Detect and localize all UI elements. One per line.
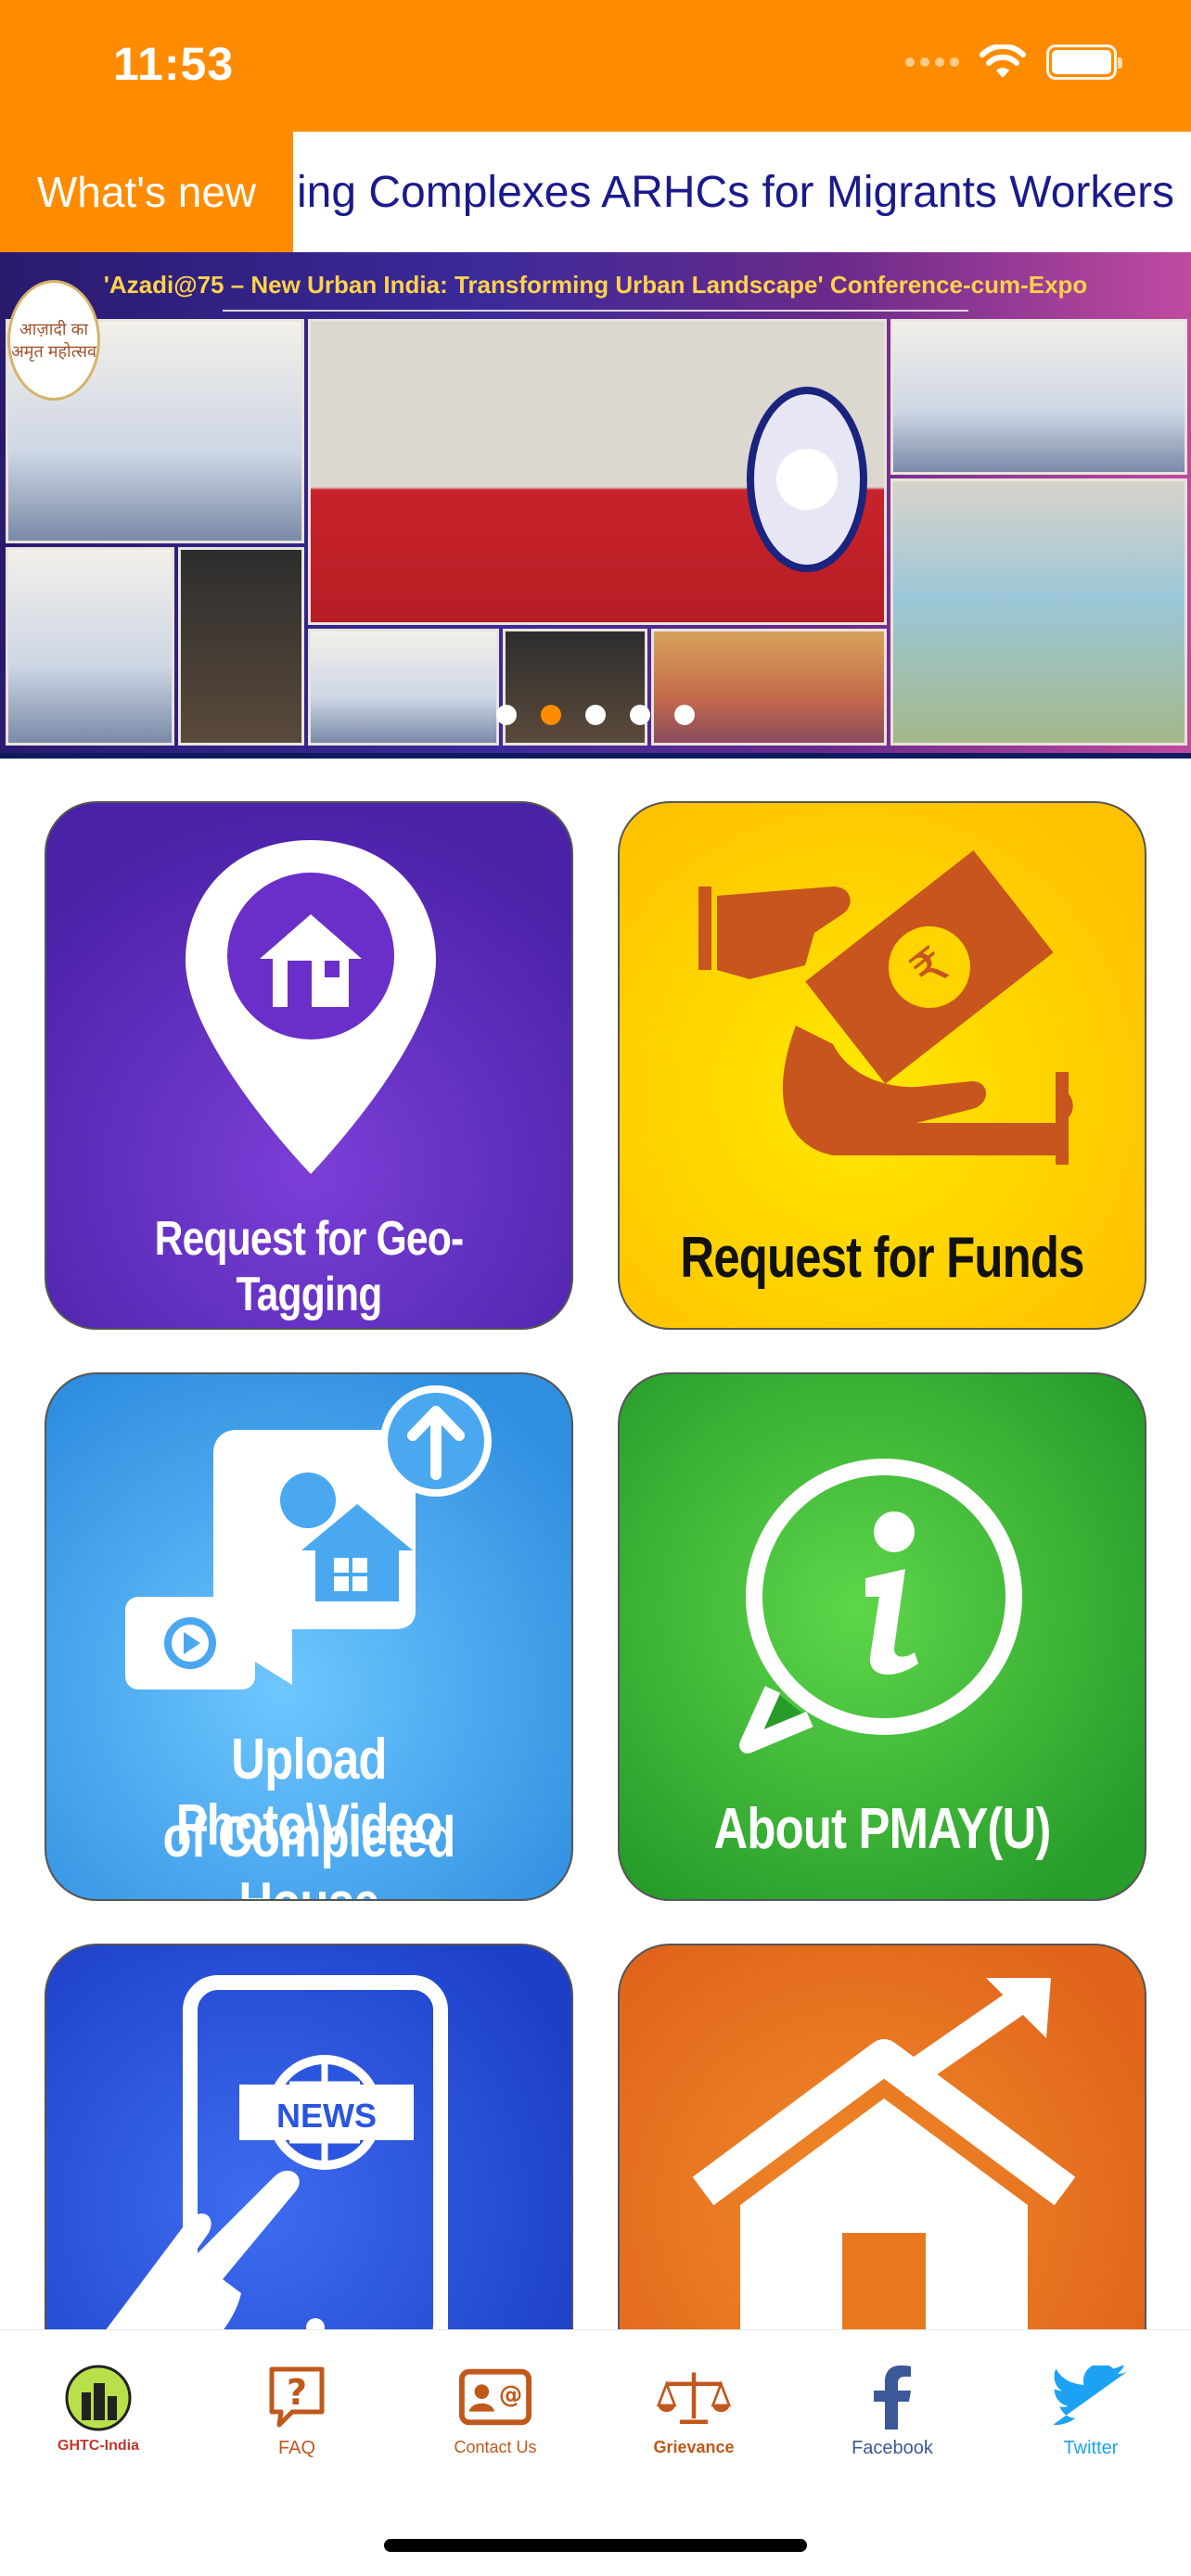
twitter-icon [1054, 2364, 1128, 2432]
svg-text:?: ? [287, 2372, 307, 2413]
faq-icon: ? [260, 2364, 334, 2432]
tab-contact-us[interactable]: @ Contact Us [412, 2364, 579, 2457]
carousel-dot[interactable] [496, 705, 517, 725]
carousel-dot-active[interactable] [541, 705, 561, 725]
tab-label: Twitter [1063, 2438, 1119, 2458]
about-pmay-tile[interactable]: About PMAY(U) [618, 1372, 1146, 1901]
banner-photo [651, 629, 887, 746]
facebook-icon [855, 2364, 929, 2432]
banner-bottom-border [0, 753, 1191, 759]
tab-label: Contact Us [454, 2438, 537, 2456]
whats-new-ticker[interactable]: ing Complexes ARHCs for Migrants Workers… [0, 132, 1191, 252]
banner-photo [503, 629, 647, 746]
tab-label: Grievance [653, 2438, 735, 2456]
carousel-page-indicator[interactable] [0, 705, 1191, 725]
tile-label: Request for Geo-Tagging [154, 1212, 465, 1321]
status-icons [905, 45, 1122, 80]
ashoka-chakra-graphic [747, 387, 867, 572]
tile-label-line2: of Completed House [162, 1805, 456, 1899]
carousel-dot[interactable] [585, 705, 606, 725]
request-funds-tile[interactable]: ₹ Request for Funds [618, 801, 1146, 1330]
grievance-scales-icon [657, 2364, 731, 2432]
wifi-icon [980, 45, 1026, 78]
banner-title: 'Azadi@75 – New Urban India: Transformin… [103, 271, 1088, 299]
upload-photo-video-tile[interactable]: Upload Photo\Video of Completed House [45, 1372, 573, 1901]
home-indicator[interactable] [384, 2539, 807, 2552]
banner-carousel[interactable]: 'Azadi@75 – New Urban India: Transformin… [0, 252, 1191, 759]
tile-label: Request for Funds [680, 1226, 1084, 1290]
tab-faq[interactable]: ? FAQ [213, 2364, 380, 2459]
banner-photo-main [308, 319, 887, 625]
tab-grievance[interactable]: Grievance [610, 2364, 777, 2457]
tab-label: Facebook [852, 2438, 933, 2458]
tab-twitter[interactable]: Twitter [1007, 2364, 1174, 2459]
carousel-dot[interactable] [674, 705, 695, 725]
banner-photo [308, 629, 499, 746]
tab-label: FAQ [277, 2438, 315, 2458]
request-geo-tagging-tile[interactable]: Request for Geo-Tagging [45, 801, 573, 1330]
status-time: 11:53 [113, 38, 235, 90]
azadi-emblem-logo: आज़ादी का अमृत महोत्सव [7, 280, 100, 401]
ticker-text: ing Complexes ARHCs for Migrants Workers [297, 167, 1175, 217]
svg-text:NEWS: NEWS [276, 2097, 377, 2135]
battery-icon [1046, 45, 1122, 80]
banner-photo [890, 319, 1187, 475]
tab-facebook[interactable]: Facebook [809, 2364, 976, 2459]
ghtc-india-icon [61, 2364, 135, 2432]
whats-new-label: What's new [0, 132, 293, 252]
svg-text:@: @ [499, 2380, 522, 2408]
tab-label: GHTC-India [58, 2438, 139, 2454]
tab-ghtc-india[interactable]: GHTC-India [15, 2364, 182, 2455]
contact-us-icon: @ [458, 2364, 532, 2432]
tile-label: About PMAY(U) [713, 1797, 1051, 1861]
cellular-signal-icon [905, 57, 959, 67]
banner-title-underline [223, 310, 968, 312]
status-bar: 11:53 [0, 0, 1191, 132]
carousel-dot[interactable] [630, 705, 650, 725]
